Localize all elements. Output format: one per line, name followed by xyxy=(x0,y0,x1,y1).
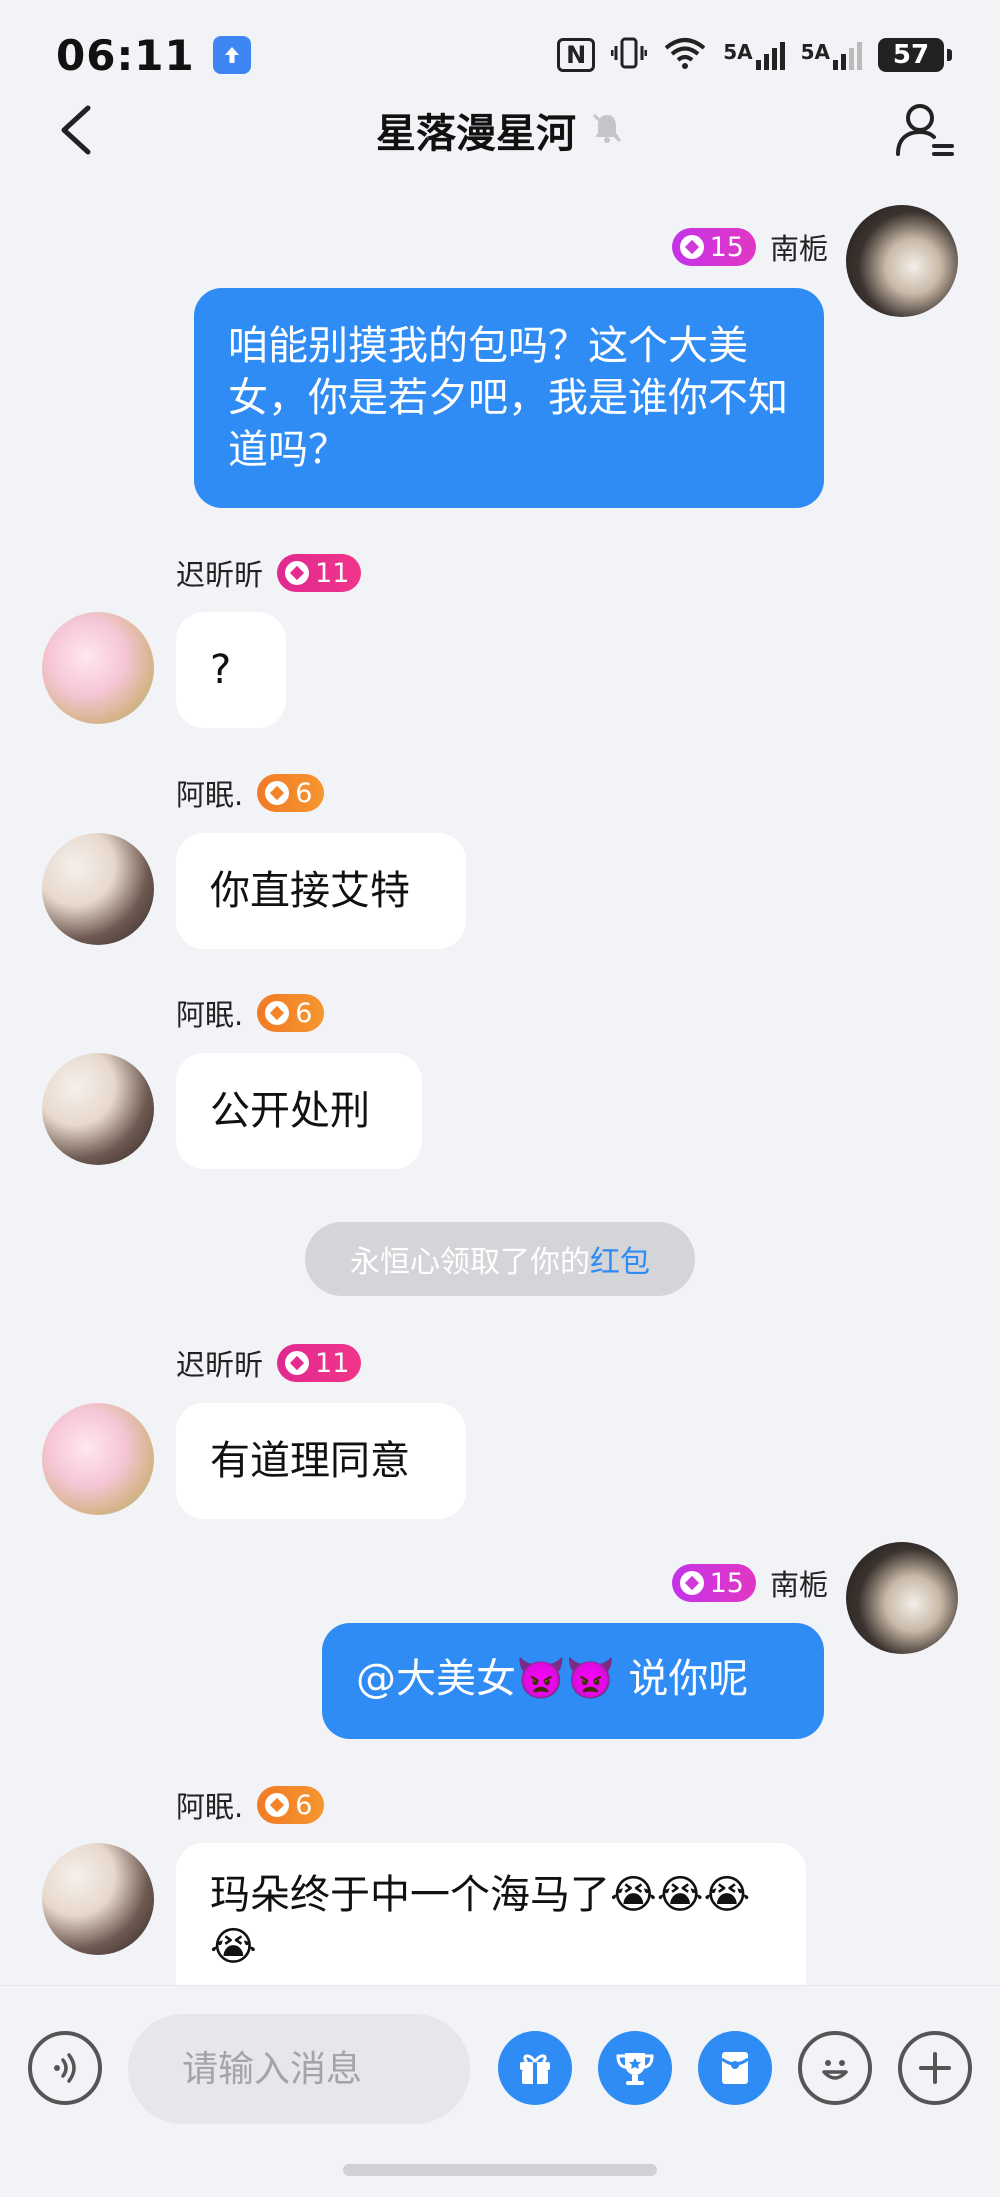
level-value: 6 xyxy=(295,1789,313,1821)
sender-row: 迟昕昕 11 xyxy=(176,552,362,594)
badge-gem-icon xyxy=(285,1351,310,1375)
badge-gem-icon xyxy=(265,781,290,805)
back-button[interactable] xyxy=(54,100,114,160)
red-packet-button[interactable] xyxy=(698,2031,772,2105)
message-text: 咱能别摸我的包吗？这个大美女，你是若夕吧，我是谁你不知道吗？ xyxy=(228,323,788,473)
level-value: 6 xyxy=(295,997,313,1029)
signal-icon-2: 5A xyxy=(801,40,862,70)
signal-label-1: 5A xyxy=(723,40,753,64)
sender-row: 阿眠. 6 xyxy=(176,772,325,814)
voice-icon xyxy=(54,2053,76,2083)
avatar[interactable] xyxy=(42,612,154,724)
battery-indicator: 57 xyxy=(878,38,952,72)
more-button[interactable] xyxy=(898,2031,972,2105)
chat-header: 星落漫星河 xyxy=(0,90,1000,170)
system-notice: 永恒心领取了你的 红包 xyxy=(305,1222,695,1296)
avatar[interactable] xyxy=(42,833,154,945)
chat-title-group[interactable]: 星落漫星河 xyxy=(376,101,624,159)
message-text: 玛朵终于中一个海马了😭😭😭😭 xyxy=(210,1872,751,1970)
message-text: 有道理同意 xyxy=(210,1438,410,1484)
level-badge: 11 xyxy=(277,1344,362,1382)
upload-icon xyxy=(212,36,251,74)
sender-row: 阿眠. 6 xyxy=(176,992,325,1034)
plus-icon xyxy=(919,2052,951,2084)
message-text: ? xyxy=(210,647,232,693)
gift-button[interactable] xyxy=(498,2031,572,2105)
message-text: 你直接艾特 xyxy=(210,868,410,914)
status-time: 06:11 xyxy=(56,30,195,80)
wifi-icon xyxy=(663,36,707,74)
badge-gem-icon xyxy=(679,235,704,259)
home-indicator[interactable] xyxy=(343,2164,657,2176)
sender-name[interactable]: 迟昕昕 xyxy=(176,552,263,594)
message-bubble[interactable]: 玛朵终于中一个海马了😭😭😭😭 xyxy=(176,1843,806,1985)
signal-label-2: 5A xyxy=(800,40,830,64)
level-badge: 6 xyxy=(257,994,325,1032)
gift-icon xyxy=(520,2054,550,2084)
avatar[interactable] xyxy=(846,205,958,317)
message-bubble[interactable]: 咱能别摸我的包吗？这个大美女，你是若夕吧，我是谁你不知道吗？ xyxy=(194,288,824,508)
message-bubble[interactable]: @大美女👿👿 说你呢 xyxy=(322,1623,824,1739)
sender-name[interactable]: 阿眠. xyxy=(176,1784,243,1826)
emoji-icon xyxy=(822,2060,848,2080)
sender-name[interactable]: 阿眠. xyxy=(176,992,243,1034)
group-members-icon xyxy=(896,104,954,156)
message-text: @大美女👿👿 说你呢 xyxy=(356,1656,749,1702)
sender-name[interactable]: 南栀 xyxy=(770,1562,828,1604)
sender-name[interactable]: 迟昕昕 xyxy=(176,1342,263,1384)
message-list[interactable]: 15 南栀 咱能别摸我的包吗？这个大美女，你是若夕吧，我是谁你不知道吗？ 迟昕昕… xyxy=(0,170,1000,1985)
message-text: 公开处刑 xyxy=(210,1088,370,1134)
message-bubble[interactable]: 有道理同意 xyxy=(176,1403,466,1519)
level-value: 11 xyxy=(315,557,350,589)
sender-row: 迟昕昕 11 xyxy=(176,1342,362,1384)
badge-gem-icon xyxy=(265,1001,290,1025)
level-value: 6 xyxy=(295,777,313,809)
system-notice-text: 永恒心领取了你的 xyxy=(350,1245,590,1280)
chevron-left-icon xyxy=(61,105,91,155)
trophy-icon xyxy=(616,2053,654,2085)
signal-icon-1: 5A xyxy=(723,40,785,70)
message-bubble[interactable]: 公开处刑 xyxy=(176,1053,422,1169)
chat-title: 星落漫星河 xyxy=(376,111,576,157)
vibrate-icon xyxy=(610,36,648,74)
level-badge: 11 xyxy=(277,554,362,592)
sender-row: 阿眠. 6 xyxy=(176,1784,325,1826)
level-value: 15 xyxy=(709,231,744,263)
badge-gem-icon xyxy=(679,1571,704,1595)
sender-row: 15 南栀 xyxy=(671,226,828,268)
badge-gem-icon xyxy=(285,561,310,585)
avatar[interactable] xyxy=(42,1403,154,1515)
red-packet-link[interactable]: 红包 xyxy=(590,1237,650,1281)
avatar[interactable] xyxy=(42,1053,154,1165)
level-badge: 6 xyxy=(257,774,325,812)
bell-muted-icon xyxy=(590,111,624,149)
level-badge: 6 xyxy=(257,1786,325,1824)
voice-button[interactable] xyxy=(28,2031,102,2105)
level-value: 15 xyxy=(709,1567,744,1599)
group-members-button[interactable] xyxy=(890,96,960,166)
badge-gem-icon xyxy=(265,1793,290,1817)
nfc-icon: N xyxy=(557,38,596,72)
red-packet-icon xyxy=(721,2052,749,2084)
sender-row: 15 南栀 xyxy=(671,1562,828,1604)
sender-name[interactable]: 阿眠. xyxy=(176,772,243,814)
emoji-button[interactable] xyxy=(798,2031,872,2105)
avatar[interactable] xyxy=(42,1843,154,1955)
status-indicators: N 5A 5A 57 xyxy=(557,36,952,74)
avatar[interactable] xyxy=(846,1542,958,1654)
message-input[interactable] xyxy=(128,2014,470,2124)
message-bubble[interactable]: ? xyxy=(176,612,286,728)
level-badge: 15 xyxy=(671,1564,756,1602)
message-bubble[interactable]: 你直接艾特 xyxy=(176,833,466,949)
level-badge: 15 xyxy=(671,228,756,266)
level-value: 11 xyxy=(315,1347,350,1379)
sender-name[interactable]: 南栀 xyxy=(770,226,828,268)
trophy-button[interactable] xyxy=(598,2031,672,2105)
